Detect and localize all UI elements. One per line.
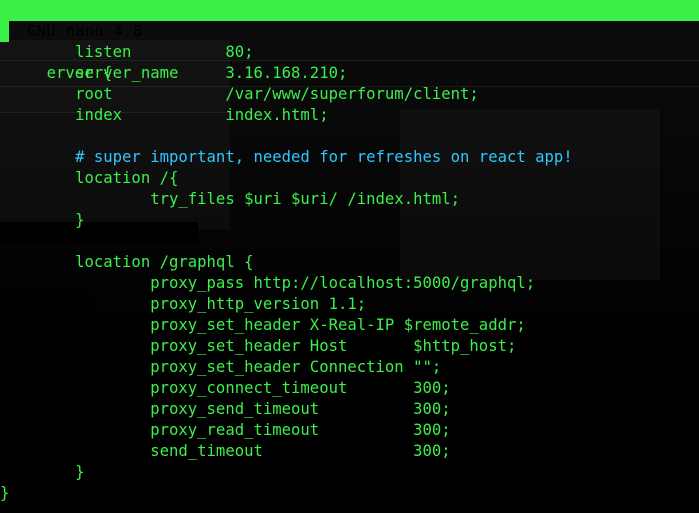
code-line[interactable]: location /graphql {	[0, 252, 699, 273]
code-line[interactable]: try_files $uri $uri/ /index.html;	[0, 189, 699, 210]
code-line[interactable]: }	[0, 483, 699, 504]
code-line[interactable]: proxy_read_timeout 300;	[0, 420, 699, 441]
code-line[interactable]: send_timeout 300;	[0, 441, 699, 462]
code-line[interactable]: proxy_set_header Host $http_host;	[0, 336, 699, 357]
code-line[interactable]: }	[0, 210, 699, 231]
code-line[interactable]: proxy_http_version 1.1;	[0, 294, 699, 315]
code-line[interactable]: }	[0, 462, 699, 483]
code-line[interactable]: server_name 3.16.168.210;	[0, 63, 699, 84]
code-line[interactable]: listen 80;	[0, 42, 699, 63]
code-line[interactable]: location /{	[0, 168, 699, 189]
editor-text-area[interactable]: erver { listen 80; server_name 3.16.168.…	[0, 21, 699, 504]
code-line[interactable]: index index.html;	[0, 105, 699, 126]
nano-title-bar: GNU nano 4.8	[0, 0, 699, 40]
code-comment-line[interactable]: # super important, needed for refreshes …	[0, 147, 699, 168]
code-line[interactable]	[0, 231, 699, 252]
code-line[interactable]: proxy_send_timeout 300;	[0, 399, 699, 420]
code-line[interactable]: root /var/www/superforum/client;	[0, 84, 699, 105]
code-line[interactable]: proxy_connect_timeout 300;	[0, 378, 699, 399]
code-line[interactable]: proxy_set_header X-Real-IP $remote_addr;	[0, 315, 699, 336]
code-line[interactable]: proxy_set_header Connection "";	[0, 357, 699, 378]
text-cursor	[0, 21, 9, 42]
code-line[interactable]: erver {	[0, 21, 699, 82]
code-line[interactable]	[0, 126, 699, 147]
code-line[interactable]: proxy_pass http://localhost:5000/graphql…	[0, 273, 699, 294]
